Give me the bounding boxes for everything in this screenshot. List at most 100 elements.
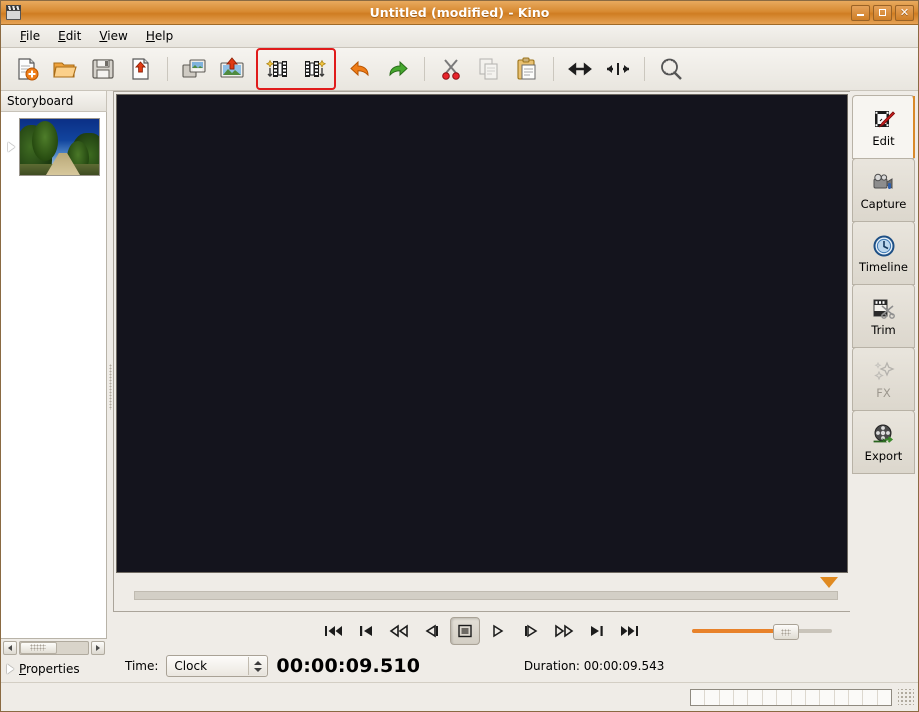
rewind-button[interactable]: [384, 617, 414, 645]
tab-trim[interactable]: Trim: [852, 284, 915, 348]
clock-icon: [873, 235, 894, 257]
scissors-icon: [442, 59, 460, 80]
menu-edit[interactable]: Edit: [49, 27, 90, 45]
storyboard-item[interactable]: [1, 112, 106, 178]
tab-timeline[interactable]: Timeline: [852, 221, 915, 285]
undo-button[interactable]: [342, 51, 378, 87]
join-button[interactable]: [600, 51, 636, 87]
play-button[interactable]: [483, 617, 513, 645]
save-as-button[interactable]: [123, 51, 159, 87]
tab-fx: FX: [852, 347, 915, 411]
insert-after-button[interactable]: [296, 51, 332, 87]
split-arrows-icon: [568, 62, 592, 76]
tab-fx-label: FX: [876, 385, 891, 400]
tab-export-label: Export: [864, 448, 903, 463]
current-timecode: 00:00:09.510: [276, 655, 421, 677]
step-forward-icon: [525, 624, 538, 638]
insert-file-button[interactable]: [214, 51, 250, 87]
storyboard-item-expander[interactable]: [3, 142, 19, 152]
maximize-button[interactable]: [873, 4, 892, 21]
sparkles-icon: [873, 361, 895, 381]
scroll-right-button[interactable]: [91, 640, 105, 655]
redo-button[interactable]: [380, 51, 416, 87]
new-button[interactable]: [9, 51, 45, 87]
tab-capture[interactable]: Capture: [852, 158, 915, 222]
skip-to-end-icon: [621, 626, 638, 636]
scroll-track[interactable]: [19, 640, 89, 655]
previous-frame-button[interactable]: [417, 617, 447, 645]
properties-expander[interactable]: Properties: [1, 656, 107, 682]
storyboard-horizontal-scrollbar[interactable]: [1, 639, 107, 656]
title-bar: Untitled (modified) - Kino ✕: [1, 1, 918, 25]
paste-button[interactable]: [509, 51, 545, 87]
tab-capture-label: Capture: [860, 196, 907, 211]
scroll-left-button[interactable]: [3, 640, 17, 655]
save-frame-icon: [182, 59, 206, 78]
video-screen[interactable]: [116, 94, 848, 573]
menu-edit-rest: dit: [65, 29, 82, 43]
save-button[interactable]: [85, 51, 121, 87]
volume-fill: [692, 629, 779, 633]
stop-button[interactable]: [450, 617, 480, 645]
next-scene-button[interactable]: [582, 617, 612, 645]
redo-arrow-icon: [389, 60, 408, 77]
cut-button[interactable]: [433, 51, 469, 87]
toolbar-separator-2: [424, 57, 425, 81]
volume-handle[interactable]: [773, 624, 800, 640]
split-button[interactable]: [562, 51, 598, 87]
film-reel-arrow-icon: [873, 424, 893, 443]
seek-row: [116, 573, 848, 609]
seek-bar[interactable]: [134, 591, 838, 600]
stop-icon: [458, 624, 472, 638]
fast-forward-icon: [555, 624, 574, 638]
copy-button: [471, 51, 507, 87]
zoom-button[interactable]: [653, 51, 689, 87]
menu-file[interactable]: File: [11, 27, 49, 45]
progress-indicator: [690, 688, 892, 706]
magnifier-icon: [661, 58, 682, 80]
tab-export[interactable]: Export: [852, 410, 915, 474]
undo-arrow-icon: [350, 60, 369, 77]
fast-forward-button[interactable]: [549, 617, 579, 645]
minimize-button[interactable]: [851, 4, 870, 21]
toolbar-separator-3: [553, 57, 554, 81]
window-controls: ✕: [851, 4, 918, 21]
chevron-updown-icon[interactable]: [248, 657, 267, 675]
new-file-icon: [18, 58, 39, 81]
clapperboard-icon: [5, 4, 21, 21]
save-frame-button[interactable]: [176, 51, 212, 87]
vineyard-path-thumbnail[interactable]: [19, 118, 100, 176]
time-mode-value: Clock: [174, 659, 208, 673]
insert-before-button[interactable]: [260, 51, 296, 87]
tab-edit[interactable]: Edit: [852, 95, 915, 159]
time-mode-select[interactable]: Clock: [166, 655, 269, 677]
previous-scene-button[interactable]: [351, 617, 381, 645]
page-up-arrow-icon: [132, 58, 149, 80]
main-body: Storyboard Properties Time: Clock 00:00:…: [1, 91, 918, 682]
menu-view[interactable]: View: [90, 27, 136, 45]
filmstrip-insert-after-icon: [305, 59, 327, 77]
toolbar-separator-1: [167, 57, 168, 81]
goto-end-button[interactable]: [615, 617, 645, 645]
goto-begin-button[interactable]: [318, 617, 348, 645]
scroll-thumb[interactable]: [20, 641, 57, 654]
menu-view-rest: iew: [107, 29, 128, 43]
volume-slider[interactable]: [692, 624, 832, 640]
transport-controls: [113, 612, 850, 650]
storyboard-list[interactable]: [1, 112, 107, 639]
step-back-icon: [425, 624, 438, 638]
time-label: Time:: [125, 659, 159, 673]
orange-triangle-marker[interactable]: [820, 577, 838, 588]
floppy-disk-icon: [92, 59, 114, 79]
image-up-arrow-icon: [220, 57, 244, 78]
open-button[interactable]: [47, 51, 83, 87]
filmstrip-scissors-icon: [872, 299, 895, 319]
next-scene-icon: [591, 626, 603, 636]
next-frame-button[interactable]: [516, 617, 546, 645]
video-frame: [113, 91, 850, 612]
close-button[interactable]: ✕: [895, 4, 914, 21]
menu-help[interactable]: Help: [137, 27, 182, 45]
resize-grip-icon[interactable]: [898, 689, 914, 705]
insert-buttons-highlight-group: [256, 48, 336, 90]
skip-to-start-icon: [325, 626, 342, 636]
